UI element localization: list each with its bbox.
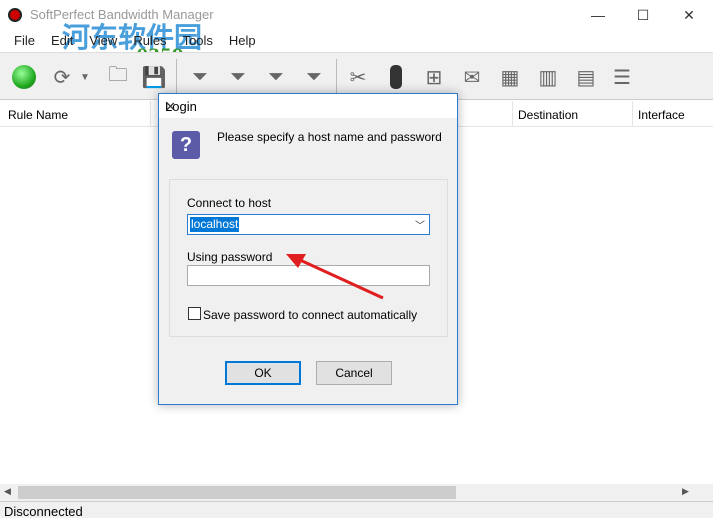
column-rule-name[interactable]: Rule Name (8, 108, 68, 122)
app-icon (8, 8, 22, 22)
traffic-light-icon[interactable] (382, 63, 410, 91)
refresh-icon[interactable]: ⟳ (48, 63, 76, 91)
password-label: Using password (187, 250, 273, 264)
ok-button[interactable]: OK (225, 361, 301, 385)
cancel-button[interactable]: Cancel (316, 361, 392, 385)
network-icon[interactable]: ⊞ (420, 63, 448, 91)
refresh-dropdown-icon[interactable]: ▼ (78, 63, 92, 91)
report-icon[interactable]: ▥ (534, 63, 562, 91)
start-icon[interactable] (10, 63, 38, 91)
settings-tools-icon[interactable]: ✂ (344, 63, 372, 91)
close-button[interactable]: ✕ (666, 0, 712, 30)
dialog-title-bar: Login ✕ (159, 94, 457, 118)
dialog-prompt: Please specify a host name and password (217, 130, 442, 144)
menu-rules[interactable]: Rules (125, 30, 174, 50)
scroll-left-icon[interactable]: ◀ (4, 486, 11, 497)
rule-stats-icon[interactable]: ⏷ (300, 63, 328, 91)
host-label: Connect to host (187, 196, 272, 210)
menu-bar: File Edit View Rules Tools Help (0, 30, 713, 50)
open-folder-icon[interactable]: 🗀 (104, 63, 132, 91)
minimize-button[interactable]: — (575, 0, 621, 30)
calendar-icon[interactable]: ▦ (496, 63, 524, 91)
password-input[interactable] (187, 265, 430, 286)
log-icon[interactable]: ▤ (572, 63, 600, 91)
scroll-right-icon[interactable]: ▶ (682, 486, 689, 497)
menu-tools[interactable]: Tools (175, 30, 221, 50)
column-interface[interactable]: Interface (638, 108, 685, 122)
chevron-down-icon[interactable]: ﹀ (415, 217, 425, 232)
login-dialog: Login ✕ ? Please specify a host name and… (158, 93, 458, 405)
edit-rule-icon[interactable]: ⏷ (224, 63, 252, 91)
add-rule-icon[interactable]: ⏷ (186, 63, 214, 91)
host-value: localhost (190, 217, 240, 232)
status-bar: Disconnected (0, 501, 713, 519)
delete-rule-icon[interactable]: ⏷ (262, 63, 290, 91)
horizontal-scrollbar[interactable]: ◀ ▶ (0, 484, 713, 501)
menu-help[interactable]: Help (221, 30, 264, 50)
question-icon: ? (172, 131, 200, 159)
menu-file[interactable]: File (6, 30, 43, 50)
save-password-checkbox[interactable] (188, 307, 201, 320)
column-destination[interactable]: Destination (518, 108, 578, 122)
mail-icon[interactable]: ✉ (458, 63, 486, 91)
dialog-close-icon[interactable]: ✕ (165, 99, 449, 115)
menu-view[interactable]: View (81, 30, 125, 50)
host-combobox[interactable]: localhost ﹀ (187, 214, 430, 235)
scrollbar-thumb[interactable] (18, 486, 456, 499)
bars-icon[interactable]: ☰ (608, 63, 636, 91)
menu-edit[interactable]: Edit (43, 30, 81, 50)
maximize-button[interactable]: ☐ (620, 0, 666, 30)
save-icon[interactable]: 💾 (140, 63, 168, 91)
save-password-label[interactable]: Save password to connect automatically (203, 308, 417, 322)
